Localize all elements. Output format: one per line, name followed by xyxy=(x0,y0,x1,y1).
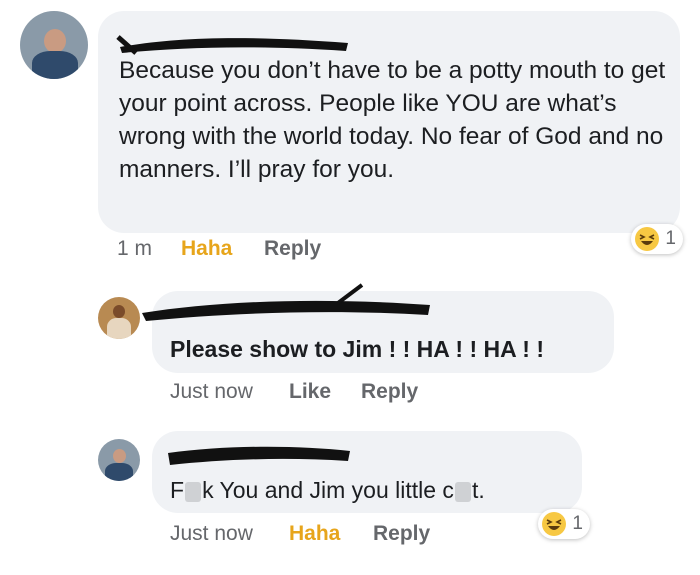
comment-text-part: t. xyxy=(471,477,485,503)
reaction-count-badge[interactable]: 1 xyxy=(631,224,683,254)
reaction-count-badge[interactable]: 1 xyxy=(538,509,590,539)
redacted-author-name xyxy=(168,446,350,465)
reply-link[interactable]: Reply xyxy=(361,380,418,404)
reply-link[interactable]: Reply xyxy=(373,522,430,546)
laughing-emoji-icon xyxy=(542,512,566,536)
comment-timestamp: Just now xyxy=(170,380,253,403)
redacted-author-name xyxy=(116,35,348,55)
comment-timestamp: Just now xyxy=(170,522,253,545)
comment-bubble: Because you don’t have to be a potty mou… xyxy=(98,11,680,233)
comment-timestamp: 1 m xyxy=(117,237,153,260)
laughing-emoji-icon xyxy=(635,227,659,251)
comment-actions: Just now Haha Reply xyxy=(170,522,470,548)
reaction-count: 1 xyxy=(572,513,583,534)
commenter-avatar[interactable] xyxy=(98,297,140,339)
comment-bubble: Fk You and Jim you little c t. xyxy=(152,431,582,513)
reply-link[interactable]: Reply xyxy=(264,237,321,261)
haha-reaction-link[interactable]: Haha xyxy=(181,237,232,261)
comment-text: Please show to Jim ! ! HA ! ! HA ! ! xyxy=(170,336,544,362)
comment-text: Because you don’t have to be a potty mou… xyxy=(119,57,666,183)
reaction-count: 1 xyxy=(665,228,676,249)
comment-bubble: Please show to Jim ! ! HA ! ! HA ! ! xyxy=(142,283,614,373)
redacted-author-name xyxy=(142,283,430,321)
commenter-avatar[interactable] xyxy=(98,439,140,481)
comment-actions: Just now Like Reply xyxy=(170,380,470,406)
comment-text-part: k You and Jim you little c xyxy=(202,477,454,503)
comment-text-part: F xyxy=(170,477,185,503)
like-link[interactable]: Like xyxy=(289,380,331,404)
comment-text: Fk You and Jim you little c t. xyxy=(170,476,485,504)
haha-reaction-link[interactable]: Haha xyxy=(289,522,340,546)
censor-blur xyxy=(454,481,471,502)
censor-blur xyxy=(185,481,202,502)
commenter-avatar[interactable] xyxy=(20,11,88,79)
comment-actions: 1 m Haha Reply xyxy=(117,237,417,263)
